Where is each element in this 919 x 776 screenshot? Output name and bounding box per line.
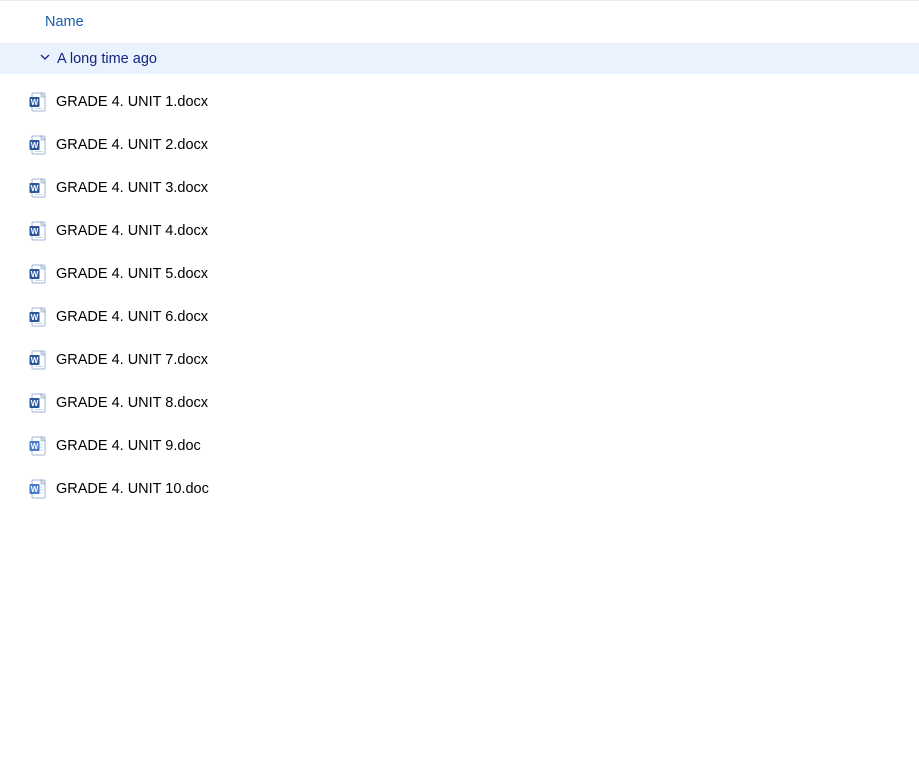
word-docx-icon (28, 178, 48, 198)
file-name: GRADE 4. UNIT 3.docx (56, 180, 208, 196)
file-name: GRADE 4. UNIT 8.docx (56, 395, 208, 411)
file-row[interactable]: GRADE 4. UNIT 3.docx (0, 166, 919, 209)
file-name: GRADE 4. UNIT 2.docx (56, 137, 208, 153)
file-name: GRADE 4. UNIT 6.docx (56, 309, 208, 325)
file-row[interactable]: GRADE 4. UNIT 2.docx (0, 123, 919, 166)
word-docx-icon (28, 393, 48, 413)
word-doc-icon (28, 479, 48, 499)
file-row[interactable]: GRADE 4. UNIT 6.docx (0, 295, 919, 338)
word-docx-icon (28, 92, 48, 112)
file-list: GRADE 4. UNIT 1.docx GRADE 4. UNIT 2.docx… (0, 74, 919, 510)
file-name: GRADE 4. UNIT 10.doc (56, 481, 209, 497)
file-row[interactable]: GRADE 4. UNIT 9.doc (0, 424, 919, 467)
file-row[interactable]: GRADE 4. UNIT 7.docx (0, 338, 919, 381)
file-name: GRADE 4. UNIT 5.docx (56, 266, 208, 282)
column-header-name[interactable]: Name (45, 14, 84, 30)
file-name: GRADE 4. UNIT 7.docx (56, 352, 208, 368)
word-docx-icon (28, 264, 48, 284)
file-name: GRADE 4. UNIT 1.docx (56, 94, 208, 110)
file-row[interactable]: GRADE 4. UNIT 4.docx (0, 209, 919, 252)
file-name: GRADE 4. UNIT 4.docx (56, 223, 208, 239)
group-header[interactable]: A long time ago (0, 44, 919, 74)
file-name: GRADE 4. UNIT 9.doc (56, 438, 201, 454)
group-label: A long time ago (57, 51, 157, 67)
file-row[interactable]: GRADE 4. UNIT 5.docx (0, 252, 919, 295)
word-doc-icon (28, 436, 48, 456)
word-docx-icon (28, 307, 48, 327)
word-docx-icon (28, 221, 48, 241)
file-row[interactable]: GRADE 4. UNIT 1.docx (0, 80, 919, 123)
file-row[interactable]: GRADE 4. UNIT 10.doc (0, 467, 919, 510)
chevron-down-icon (39, 51, 51, 66)
file-row[interactable]: GRADE 4. UNIT 8.docx (0, 381, 919, 424)
word-docx-icon (28, 135, 48, 155)
column-header-row: Name (0, 0, 919, 44)
word-docx-icon (28, 350, 48, 370)
